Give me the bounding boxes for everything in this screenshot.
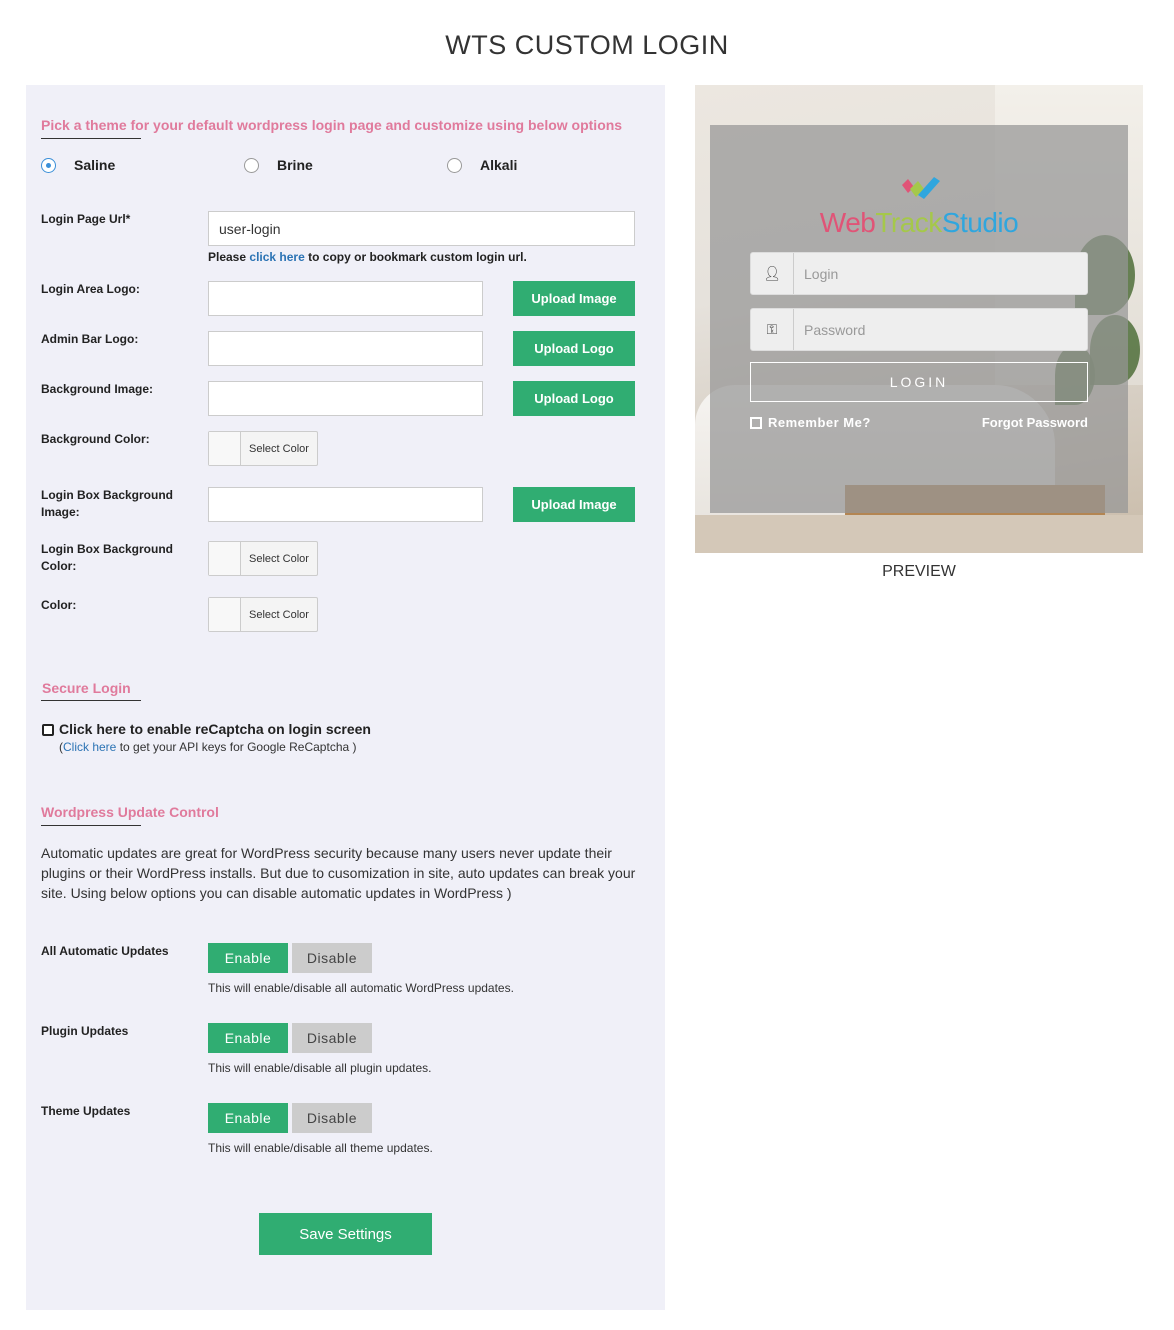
login-url-label: Login Page Url* (41, 212, 131, 226)
color-swatch (209, 598, 241, 631)
radio-checked-icon (41, 157, 56, 173)
preview-login-box: WebTrackStudio 👤︎ Login ⚿ Password LOGIN… (710, 125, 1128, 513)
background-color-label: Background Color: (41, 432, 150, 446)
theme-updates-disable-button[interactable]: Disable (292, 1103, 372, 1133)
upload-admin-bar-logo-button[interactable]: Upload Logo (513, 331, 635, 366)
recaptcha-hint: (Click here to get your API keys for Goo… (59, 740, 357, 754)
all-updates-enable-button[interactable]: Enable (208, 943, 288, 973)
theme-updates-label: Theme Updates (41, 1104, 131, 1118)
login-preview: WebTrackStudio 👤︎ Login ⚿ Password LOGIN… (695, 85, 1143, 553)
secure-login-rule (41, 700, 141, 701)
upload-background-image-button[interactable]: Upload Logo (513, 381, 635, 416)
select-color-label: Select Color (249, 608, 309, 621)
update-control-rule (41, 825, 141, 826)
settings-panel: Pick a theme for your default wordpress … (26, 85, 665, 1310)
login-url-hint: Please click here to copy or bookmark cu… (208, 250, 527, 264)
admin-bar-logo-label: Admin Bar Logo: (41, 332, 139, 346)
page-title: WTS CUSTOM LOGIN (445, 30, 729, 60)
preview-forgot-password-link[interactable]: Forgot Password (980, 415, 1088, 430)
login-area-logo-input[interactable] (208, 281, 483, 316)
login-box-bg-image-input[interactable] (208, 487, 483, 522)
login-placeholder: Login (804, 265, 839, 282)
update-control-heading: Wordpress Update Control (41, 804, 219, 820)
hint-rest: to get your API keys for Google ReCaptch… (119, 740, 357, 754)
plugin-updates-enable-button[interactable]: Enable (208, 1023, 288, 1053)
radio-unchecked-icon (447, 157, 462, 173)
preview-logo-text: WebTrackStudio (710, 207, 1128, 239)
password-placeholder: Password (804, 321, 866, 338)
user-icon: 👤︎ (751, 253, 794, 294)
theme-section-heading: Pick a theme for your default wordpress … (41, 117, 623, 133)
copy-url-link[interactable]: click here (249, 250, 304, 264)
preview-login-field[interactable]: 👤︎ Login (750, 252, 1088, 295)
theme-label-saline: Saline (74, 157, 116, 173)
theme-label-brine: Brine (277, 157, 313, 173)
save-settings-button[interactable]: Save Settings (259, 1213, 432, 1255)
remember-label: Remember Me? (768, 415, 871, 430)
key-icon: ⚿ (751, 309, 794, 350)
color-picker[interactable]: Select Color (208, 597, 318, 632)
plugin-updates-label: Plugin Updates (41, 1024, 129, 1038)
login-box-bg-image-label: Login Box Background Image: (41, 488, 173, 519)
login-url-input[interactable] (208, 211, 635, 246)
preview-label: PREVIEW (882, 563, 956, 580)
plugin-updates-note: This will enable/disable all plugin upda… (208, 1061, 432, 1075)
all-updates-label: All Automatic Updates (41, 944, 169, 958)
radio-unchecked-icon (244, 157, 259, 173)
hint-prefix: Please (208, 250, 247, 264)
admin-bar-logo-input[interactable] (208, 331, 483, 366)
select-color-label: Select Color (249, 552, 309, 565)
preview-remember-me[interactable]: Remember Me? (750, 415, 871, 430)
preview-password-field[interactable]: ⚿ Password (750, 308, 1088, 351)
plugin-updates-disable-button[interactable]: Disable (292, 1023, 372, 1053)
login-box-bg-color-label: Login Box Background Color: (41, 542, 173, 573)
logo-part-track: Track (875, 207, 942, 238)
background-image-input[interactable] (208, 381, 483, 416)
upload-login-box-bg-image-button[interactable]: Upload Image (513, 487, 635, 522)
login-area-logo-label: Login Area Logo: (41, 282, 140, 296)
secure-login-heading: Secure Login (42, 680, 131, 696)
logo-part-web: Web (819, 207, 876, 238)
preview-login-button[interactable]: LOGIN (750, 362, 1088, 402)
select-color-label: Select Color (249, 442, 309, 455)
theme-updates-enable-button[interactable]: Enable (208, 1103, 288, 1133)
hint-suffix: to copy or bookmark custom login url. (308, 250, 527, 264)
color-label: Color: (41, 598, 77, 612)
theme-label-alkali: Alkali (480, 157, 518, 173)
theme-radio-brine[interactable]: Brine (244, 157, 313, 173)
update-control-description: Automatic updates are great for WordPres… (41, 845, 636, 901)
logo-part-studio: Studio (941, 207, 1019, 238)
theme-radio-alkali[interactable]: Alkali (447, 157, 517, 173)
theme-updates-note: This will enable/disable all theme updat… (208, 1141, 433, 1155)
recaptcha-label: Click here to enable reCaptcha on login … (59, 721, 371, 737)
preview-floor (695, 515, 1143, 553)
color-swatch (209, 432, 241, 465)
background-image-label: Background Image: (41, 382, 154, 396)
recaptcha-api-link[interactable]: Click here (63, 740, 116, 754)
recaptcha-checkbox[interactable] (42, 724, 54, 736)
all-updates-note: This will enable/disable all automatic W… (208, 981, 514, 995)
background-color-picker[interactable]: Select Color (208, 431, 318, 466)
upload-login-area-logo-button[interactable]: Upload Image (513, 281, 635, 316)
theme-heading-rule (41, 138, 141, 139)
all-updates-disable-button[interactable]: Disable (292, 943, 372, 973)
login-box-bg-color-picker[interactable]: Select Color (208, 541, 318, 576)
theme-radio-saline[interactable]: Saline (41, 157, 115, 173)
color-swatch (209, 542, 241, 575)
remember-checkbox-icon (750, 416, 762, 429)
logo-mark-icon (902, 177, 940, 199)
